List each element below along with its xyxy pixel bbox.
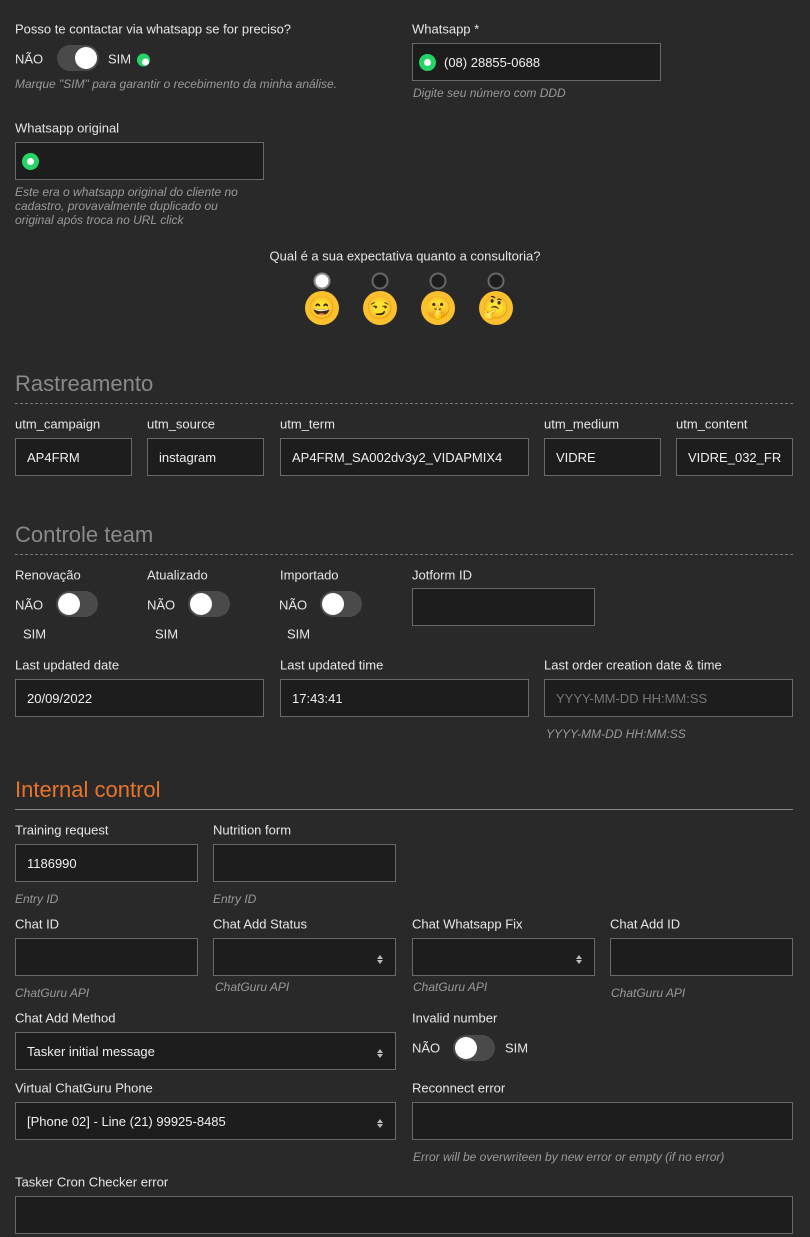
importado-label: Importado xyxy=(280,567,339,583)
whatsapp-value: (08) 28855-0688 xyxy=(444,54,541,70)
contact-no-label: NÃO xyxy=(15,51,44,67)
utm-content-label: utm_content xyxy=(676,416,748,432)
utm-term-label: utm_term xyxy=(280,416,335,432)
chat-id-label: Chat ID xyxy=(15,916,60,932)
atualizado-toggle[interactable] xyxy=(188,591,230,617)
virtual-phone-select[interactable]: [Phone 02] - Line (21) 99925-8485 xyxy=(15,1102,396,1140)
chat-add-id-label: Chat Add ID xyxy=(610,916,681,932)
invalid-number-no: NÃO xyxy=(412,1040,441,1056)
divider xyxy=(15,554,793,555)
chat-add-id-input[interactable] xyxy=(610,938,793,976)
last-order-help: YYYY-MM-DD HH:MM:SS xyxy=(546,727,686,741)
whatsapp-input[interactable]: (08) 28855-0688 xyxy=(412,43,661,81)
invalid-number-toggle[interactable] xyxy=(453,1035,495,1061)
expectation-radio[interactable] xyxy=(429,272,447,290)
utm-medium-input[interactable]: VIDRE xyxy=(544,438,661,476)
divider xyxy=(15,403,793,404)
internal-heading: Internal control xyxy=(15,777,161,802)
utm-source-input[interactable]: instagram xyxy=(147,438,264,476)
training-label: Training request xyxy=(15,822,109,838)
atualizado-yes: SIM xyxy=(155,626,179,642)
whatsapp-original-label: Whatsapp original xyxy=(15,120,120,136)
chat-id-help: ChatGuru API xyxy=(15,986,90,1000)
nutrition-label: Nutrition form xyxy=(213,822,292,838)
expectation-radio[interactable] xyxy=(487,272,505,290)
smirking-face-icon[interactable]: 😏 xyxy=(363,291,397,325)
whatsapp-original-help: original após troca no URL click xyxy=(15,213,184,227)
utm-campaign-input[interactable]: AP4FRM xyxy=(15,438,132,476)
chat-whatsapp-fix-label: Chat Whatsapp Fix xyxy=(412,916,523,932)
virtual-phone-label: Virtual ChatGuru Phone xyxy=(15,1080,153,1096)
invalid-number-label: Invalid number xyxy=(412,1010,498,1026)
divider xyxy=(15,809,793,810)
thinking-face-icon[interactable]: 🤔 xyxy=(479,291,513,325)
jotform-input[interactable] xyxy=(412,588,595,626)
whatsapp-original-help: cadastro, provavalmente duplicado ou xyxy=(15,199,218,213)
whatsapp-icon xyxy=(419,53,436,71)
reconnect-error-help: Error will be overwriteen by new error o… xyxy=(413,1150,725,1164)
renovacao-yes: SIM xyxy=(23,626,47,642)
chat-add-status-select[interactable] xyxy=(213,938,396,976)
renovacao-toggle[interactable] xyxy=(56,591,98,617)
last-date-input[interactable]: 20/09/2022 xyxy=(15,679,264,717)
reconnect-error-label: Reconnect error xyxy=(412,1080,506,1096)
utm-source-label: utm_source xyxy=(147,416,215,432)
whatsapp-label: Whatsapp * xyxy=(412,21,480,37)
invalid-number-yes: SIM xyxy=(505,1040,529,1056)
shushing-face-icon[interactable]: 🤫 xyxy=(421,291,455,325)
contact-yes-label: SIM xyxy=(108,51,158,67)
importado-yes: SIM xyxy=(287,626,311,642)
utm-campaign-label: utm_campaign xyxy=(15,416,101,432)
chat-add-method-label: Chat Add Method xyxy=(15,1010,116,1026)
team-heading: Controle team xyxy=(15,522,154,547)
training-help: Entry ID xyxy=(15,892,59,906)
whatsapp-original-input[interactable] xyxy=(15,142,264,180)
contact-question: Posso te contactar via whatsapp se for p… xyxy=(15,21,292,37)
chat-whatsapp-fix-select[interactable] xyxy=(412,938,595,976)
last-date-label: Last updated date xyxy=(15,657,120,673)
contact-help: Marque "SIM" para garantir o recebimento… xyxy=(15,77,338,91)
importado-no: NÃO xyxy=(279,597,308,613)
atualizado-no: NÃO xyxy=(147,597,176,613)
chat-add-method-select[interactable]: Tasker initial message xyxy=(15,1032,396,1070)
reconnect-error-input[interactable] xyxy=(412,1102,793,1140)
last-time-label: Last updated time xyxy=(280,657,384,673)
tasker-error-label: Tasker Cron Checker error xyxy=(15,1174,169,1190)
last-order-label: Last order creation date & time xyxy=(544,657,722,673)
atualizado-label: Atualizado xyxy=(147,567,208,583)
utm-medium-label: utm_medium xyxy=(544,416,620,432)
renovacao-label: Renovação xyxy=(15,567,81,583)
last-order-input[interactable]: YYYY-MM-DD HH:MM:SS xyxy=(544,679,793,717)
expectation-radio[interactable] xyxy=(371,272,389,290)
utm-content-input[interactable]: VIDRE_032_FR xyxy=(676,438,793,476)
contact-toggle[interactable] xyxy=(57,45,99,71)
nutrition-help: Entry ID xyxy=(213,892,257,906)
grinning-face-icon[interactable]: 😄 xyxy=(305,291,339,325)
training-input[interactable]: 1186990 xyxy=(15,844,198,882)
expectation-radio[interactable] xyxy=(313,272,331,290)
whatsapp-original-help: Este era o whatsapp original do cliente … xyxy=(15,185,238,199)
whatsapp-icon xyxy=(136,53,150,67)
tracking-heading: Rastreamento xyxy=(15,371,154,396)
utm-term-input[interactable]: AP4FRM_SA002dv3y2_VIDAPMIX4 xyxy=(280,438,529,476)
renovacao-no: NÃO xyxy=(15,597,44,613)
last-time-input[interactable]: 17:43:41 xyxy=(280,679,529,717)
nutrition-input[interactable] xyxy=(213,844,396,882)
jotform-label: Jotform ID xyxy=(412,567,472,583)
chat-whatsapp-fix-help: ChatGuru API xyxy=(413,980,488,994)
chat-add-status-help: ChatGuru API xyxy=(215,980,290,994)
chat-id-input[interactable] xyxy=(15,938,198,976)
expectation-question: Qual é a sua expectativa quanto a consul… xyxy=(269,248,541,264)
chat-add-id-help: ChatGuru API xyxy=(611,986,686,1000)
tasker-error-input[interactable] xyxy=(15,1196,793,1234)
whatsapp-help: Digite seu número com DDD xyxy=(413,86,566,100)
chat-add-status-label: Chat Add Status xyxy=(213,916,307,932)
importado-toggle[interactable] xyxy=(320,591,362,617)
whatsapp-icon xyxy=(22,152,39,170)
